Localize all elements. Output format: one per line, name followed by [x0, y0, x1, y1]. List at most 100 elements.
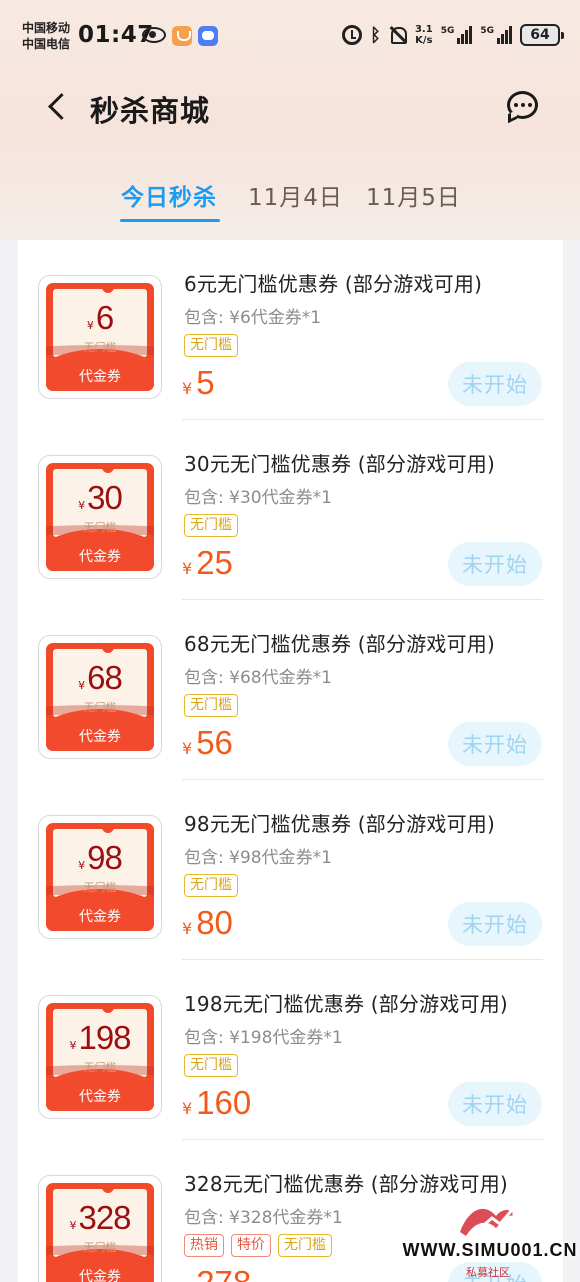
coupon-title: 30元无门槛优惠券 (部分游戏可用): [184, 452, 496, 476]
sale-price: ¥160: [182, 1084, 252, 1121]
coupon-contents: 包含: ¥30代金券*1: [184, 488, 332, 508]
coupon-amount: ¥30: [78, 479, 123, 516]
tab-today[interactable]: 今日秒杀: [121, 178, 217, 212]
carrier-1: 中国移动: [22, 21, 71, 35]
coupon-info: 98元无门槛优惠券 (部分游戏可用) 包含: ¥98代金券*1 无门槛: [184, 808, 563, 897]
sale-price: ¥80: [182, 904, 233, 941]
coupon-type-label: 代金券: [79, 909, 121, 925]
tag-badge: 热销: [184, 1234, 224, 1257]
signal-icon: 5G: [480, 26, 512, 44]
tag-row: 无门槛: [184, 874, 563, 897]
coupon-type-label: 代金券: [79, 1269, 121, 1282]
carrier-2: 中国电信: [22, 37, 71, 51]
coupon-info: 198元无门槛优惠券 (部分游戏可用) 包含: ¥198代金券*1 无门槛: [184, 988, 563, 1077]
coupon-sub-label: 无门槛: [83, 701, 117, 714]
not-started-button[interactable]: 未开始: [448, 1082, 542, 1126]
date-tabs: 今日秒杀 11月4日 11月5日: [0, 178, 580, 228]
watermark-site: WWW.SIMU001.CN: [402, 1240, 578, 1260]
back-button[interactable]: [42, 88, 78, 128]
not-started-button[interactable]: 未开始: [448, 542, 542, 586]
coupon-title: 6元无门槛优惠券 (部分游戏可用): [184, 272, 483, 296]
red-envelope-icon: ¥328 无门槛 代金券: [46, 1183, 154, 1282]
coupon-title: 198元无门槛优惠券 (部分游戏可用): [184, 992, 508, 1016]
coupon-info: 30元无门槛优惠券 (部分游戏可用) 包含: ¥30代金券*1 无门槛: [184, 448, 563, 537]
red-envelope-icon: ¥198 无门槛 代金券: [46, 1003, 154, 1111]
coupon-title: 68元无门槛优惠券 (部分游戏可用): [184, 632, 496, 656]
coupon-sub-label: 无门槛: [83, 1061, 117, 1074]
watermark-logo: [460, 1206, 516, 1236]
tag-badge: 无门槛: [184, 874, 238, 897]
coupon-amount: ¥328: [69, 1199, 131, 1236]
sale-price: ¥25: [182, 544, 233, 581]
coupon-amount: ¥6: [86, 299, 114, 336]
not-started-button[interactable]: 未开始: [448, 362, 542, 406]
status-icons: ᛒ 3.1 K/s 5G 5G 64: [342, 22, 564, 48]
coupon-image: ¥68 无门槛 代金券: [38, 635, 162, 759]
mute-icon: [389, 26, 407, 44]
coupon-image: ¥30 无门槛 代金券: [38, 455, 162, 579]
coupon-item[interactable]: ¥98 无门槛 代金券 98元无门槛优惠券 (部分游戏可用) 包含: ¥98代金…: [18, 780, 563, 960]
coupon-type-label: 代金券: [79, 369, 121, 385]
coupon-type-label: 代金券: [79, 549, 121, 565]
product-list[interactable]: ¥6 无门槛 代金券 6元无门槛优惠券 (部分游戏可用) 包含: ¥6代金券*1…: [18, 240, 563, 1282]
watermark: WWW.SIMU001.CN 私募社区: [398, 1196, 578, 1282]
coupon-info: 68元无门槛优惠券 (部分游戏可用) 包含: ¥68代金券*1 无门槛: [184, 628, 563, 717]
red-envelope-icon: ¥6 无门槛 代金券: [46, 283, 154, 391]
page-title: 秒杀商城: [90, 94, 211, 128]
red-envelope-icon: ¥98 无门槛 代金券: [46, 823, 154, 931]
signal-icon: 5G: [441, 26, 473, 44]
tag-badge: 特价: [231, 1234, 271, 1257]
coupon-item[interactable]: ¥198 无门槛 代金券 198元无门槛优惠券 (部分游戏可用) 包含: ¥19…: [18, 960, 563, 1140]
coupon-item[interactable]: ¥30 无门槛 代金券 30元无门槛优惠券 (部分游戏可用) 包含: ¥30代金…: [18, 420, 563, 600]
alarm-icon: [342, 25, 363, 45]
coupon-image: ¥6 无门槛 代金券: [38, 275, 162, 399]
app-notification-icon: [172, 26, 192, 46]
coupon-contents: 包含: ¥98代金券*1: [184, 848, 332, 868]
tag-badge: 无门槛: [184, 1054, 238, 1077]
coupon-type-label: 代金券: [79, 1089, 121, 1105]
tag-badge: 无门槛: [184, 514, 238, 537]
tab-nov-5[interactable]: 11月5日: [366, 178, 461, 212]
not-started-button[interactable]: 未开始: [448, 722, 542, 766]
tab-nov-4[interactable]: 11月4日: [248, 178, 343, 212]
coupon-title: 98元无门槛优惠券 (部分游戏可用): [184, 812, 496, 836]
coupon-contents: 包含: ¥198代金券*1: [184, 1028, 343, 1048]
tag-badge: 无门槛: [184, 334, 238, 357]
coupon-contents: 包含: ¥6代金券*1: [184, 308, 322, 328]
battery-icon: 64: [520, 24, 564, 46]
red-envelope-icon: ¥30 无门槛 代金券: [46, 463, 154, 571]
carrier-info: 中国移动 中国电信: [22, 20, 70, 52]
coupon-info: 6元无门槛优惠券 (部分游戏可用) 包含: ¥6代金券*1 无门槛: [184, 268, 563, 357]
tag-badge: 无门槛: [184, 694, 238, 717]
coupon-sub-label: 无门槛: [83, 521, 117, 534]
coupon-type-label: 代金券: [79, 729, 121, 745]
sale-price: ¥278: [182, 1264, 251, 1282]
coupon-image: ¥328 无门槛 代金券: [38, 1175, 162, 1282]
coupon-item[interactable]: ¥6 无门槛 代金券 6元无门槛优惠券 (部分游戏可用) 包含: ¥6代金券*1…: [18, 240, 563, 420]
tag-row: 无门槛: [184, 514, 563, 537]
coupon-sub-label: 无门槛: [83, 881, 117, 894]
coupon-amount: ¥98: [78, 839, 123, 876]
coupon-contents: 包含: ¥68代金券*1: [184, 668, 332, 688]
sale-price: ¥5: [182, 364, 215, 401]
coupon-item[interactable]: ¥68 无门槛 代金券 68元无门槛优惠券 (部分游戏可用) 包含: ¥68代金…: [18, 600, 563, 780]
watermark-label: 私募社区: [466, 1266, 510, 1279]
network-speed: 3.1 K/s: [414, 24, 433, 46]
tag-row: 无门槛: [184, 334, 563, 357]
coupon-image: ¥198 无门槛 代金券: [38, 995, 162, 1119]
coupon-title: 328元无门槛优惠券 (部分游戏可用): [184, 1172, 508, 1196]
tag-row: 无门槛: [184, 1054, 563, 1077]
not-started-button[interactable]: 未开始: [448, 902, 542, 946]
chat-button[interactable]: [506, 90, 540, 124]
coupon-sub-label: 无门槛: [83, 341, 117, 354]
coupon-image: ¥98 无门槛 代金券: [38, 815, 162, 939]
tag-row: 无门槛: [184, 694, 563, 717]
coupon-sub-label: 无门槛: [83, 1241, 117, 1254]
bluetooth-icon: ᛒ: [370, 24, 381, 46]
message-app-icon: [198, 26, 218, 46]
tag-badge: 无门槛: [278, 1234, 332, 1257]
red-envelope-icon: ¥68 无门槛 代金券: [46, 643, 154, 751]
status-bar: 中国移动 中国电信 01:47 ᛒ 3.1 K/s 5G 5G 64: [0, 0, 580, 72]
coupon-amount: ¥68: [78, 659, 123, 696]
coupon-amount: ¥198: [69, 1019, 131, 1056]
